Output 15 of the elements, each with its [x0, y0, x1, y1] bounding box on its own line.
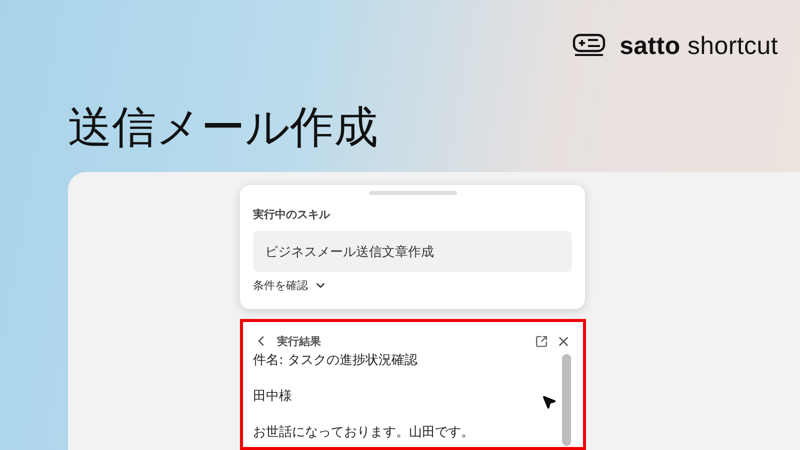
brand-name: satto shortcut [620, 32, 778, 60]
skill-name-field: ビジネスメール送信文章作成 [253, 231, 572, 272]
card-heading: 実行中のスキル [253, 207, 331, 222]
mouse-pointer-icon [541, 394, 557, 410]
external-link-icon [535, 334, 548, 348]
open-external-button[interactable] [535, 334, 548, 348]
conditions-toggle[interactable]: 条件を確認 [253, 278, 327, 293]
message-paragraph: お世話になっております。山田です。 [253, 424, 474, 442]
drag-handle[interactable] [368, 191, 456, 195]
message-paragraph: 件名: タスクの進捗状況確認 [253, 352, 418, 370]
message-paragraph: 田中様 [253, 388, 292, 406]
page-title: 送信メール作成 [68, 101, 379, 155]
panel-title: 実行結果 [277, 334, 322, 348]
logo-icon [572, 33, 608, 59]
scrollbar-thumb[interactable] [562, 354, 571, 446]
